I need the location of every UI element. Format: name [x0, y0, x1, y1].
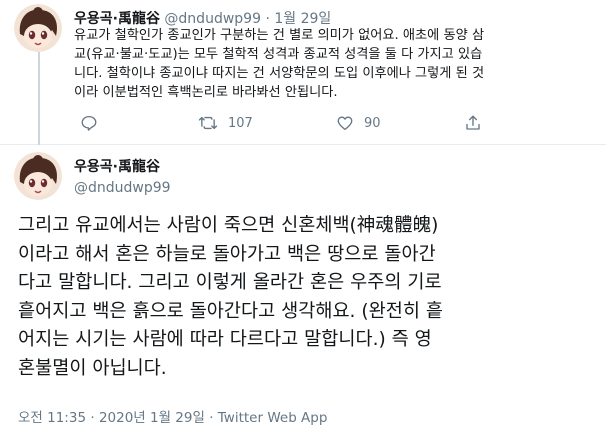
tweet-actions: 107 90 [74, 114, 494, 134]
retweet-icon [198, 114, 218, 132]
like-button[interactable]: 90 [336, 114, 381, 132]
tweet-text-line: 교(유교·불교·도교)는 모두 철학적 성격과 종교적 성격을 둘 다 가지고 … [74, 47, 483, 62]
tweet-text-line: 유교가 철학인가 종교인가 구분하는 건 별로 의미가 없어요. 애초에 동양 … [74, 28, 485, 43]
reply-icon [80, 114, 98, 132]
tweet-text-line: 흩어지고 백은 흙으로 돌아간다고 생각해요. (완전히 흩 [18, 300, 443, 322]
share-icon [464, 114, 482, 132]
reply-button[interactable] [80, 114, 98, 132]
main-tweet-header: 우용곡·禹龍谷 @dndudwp99 [74, 156, 171, 196]
tweet-date[interactable]: 2020년 1월 29일 [99, 410, 205, 426]
retweet-button[interactable]: 107 [198, 114, 253, 132]
display-name[interactable]: 우용곡·禹龍谷 [74, 11, 160, 27]
avatar[interactable] [14, 4, 62, 52]
like-count: 90 [364, 115, 381, 131]
like-icon [336, 114, 354, 132]
tweet-top[interactable]: 우용곡·禹龍谷 @dndudwp99 · 1월 29일 유교가 철학인가 종교인… [0, 0, 606, 145]
separator-dot: · [209, 410, 214, 426]
tweet-date[interactable]: 1월 29일 [274, 11, 331, 27]
handle[interactable]: @dndudwp99 [74, 180, 171, 196]
tweet-time[interactable]: 오전 11:35 [18, 410, 86, 426]
tweet-metadata: 오전 11:35 · 2020년 1월 29일 · Twitter Web Ap… [18, 406, 327, 426]
tweet-text-line: 어지는 시기는 사람에 따라 다르다고 말합니다.) 즉 영 [18, 329, 432, 350]
separator-dot: · [265, 11, 270, 27]
tweet-text-line: 그리고 유교에서는 사람이 죽으면 신혼체백(神魂體魄) [18, 215, 439, 236]
display-name[interactable]: 우용곡·禹龍谷 [74, 156, 171, 176]
tweet-text-line: 니다. 철학이냐 종교이냐 따지는 건 서양학문의 도입 이후에나 그렇게 된 … [74, 66, 485, 81]
thread-line [38, 52, 40, 145]
tweet-header: 우용곡·禹龍谷 @dndudwp99 · 1월 29일 [74, 8, 331, 28]
retweet-count: 107 [228, 115, 253, 131]
handle[interactable]: @dndudwp99 [164, 11, 261, 27]
tweet-text-line: 다고 말합니다. 그리고 이렇게 올라간 혼은 우주의 기로 [18, 272, 442, 293]
tweet-text-line: 혼불멸이 아닙니다. [18, 357, 167, 379]
main-tweet-text: 그리고 유교에서는 사람이 죽으면 신혼체백(神魂體魄) 이라고 해서 혼은 하… [18, 212, 598, 383]
avatar[interactable] [14, 152, 62, 200]
tweet-text-line: 이라 이분법적인 흑백논리로 바라봐선 안됩니다. [74, 85, 338, 100]
tweet-text-line: 이라고 해서 혼은 하늘로 돌아가고 백은 땅으로 돌아간 [18, 243, 436, 265]
share-button[interactable] [464, 114, 482, 132]
tweet-source[interactable]: Twitter Web App [218, 410, 328, 426]
separator-dot: · [90, 410, 95, 426]
tweet-text: 유교가 철학인가 종교인가 구분하는 건 별로 의미가 없어요. 애초에 동양 … [74, 26, 594, 102]
